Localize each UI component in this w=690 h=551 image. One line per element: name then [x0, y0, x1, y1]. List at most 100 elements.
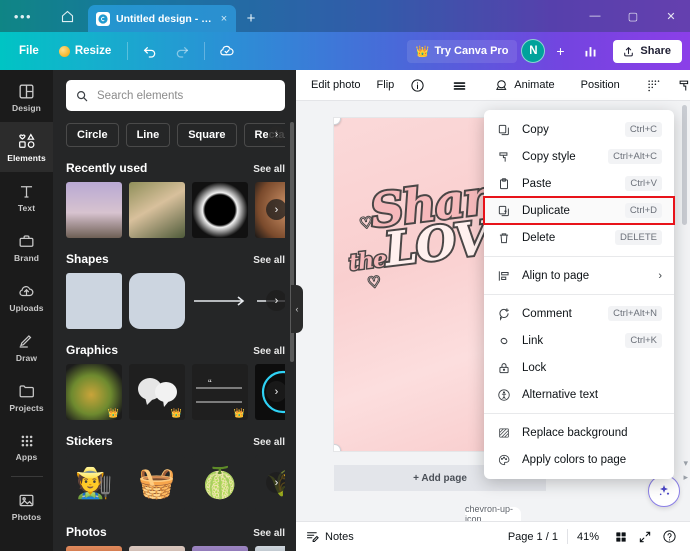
menu-item-copy[interactable]: Copy Ctrl+C — [484, 116, 674, 143]
see-all-link[interactable]: See all — [253, 346, 285, 357]
insights-icon[interactable] — [575, 38, 605, 64]
sticker-melon-slice[interactable]: 🍈 — [192, 455, 248, 511]
page-indicator[interactable]: Page 1 / 1 — [508, 531, 558, 543]
menu-item-link[interactable]: Link Ctrl+K — [484, 327, 674, 354]
chevron-right-icon[interactable]: › — [266, 381, 285, 402]
shape-arrow[interactable] — [192, 273, 248, 329]
selection-handle[interactable] — [334, 444, 341, 451]
chevron-right-icon[interactable]: › — [266, 290, 285, 311]
scroll-right-icon[interactable]: ▸ — [683, 472, 688, 483]
maximize-icon[interactable]: ▢ — [614, 0, 652, 32]
menu-item-alternative-text[interactable]: Alternative text — [484, 381, 674, 408]
menu-item-delete[interactable]: Delete DELETE — [484, 224, 674, 251]
shape-square[interactable] — [66, 273, 122, 329]
see-all-link[interactable]: See all — [253, 255, 285, 266]
thumbnail[interactable] — [192, 546, 248, 551]
shape-rounded-square[interactable] — [129, 273, 185, 329]
sidebar-item-design[interactable]: Design — [0, 72, 53, 122]
thumbnail[interactable] — [66, 546, 122, 551]
sidebar-item-draw[interactable]: Draw — [0, 322, 53, 372]
sidebar-item-elements[interactable]: Elements — [0, 122, 53, 172]
thumbnail[interactable] — [129, 182, 185, 238]
photos-row[interactable] — [66, 546, 285, 551]
sticker-veggie-basket[interactable]: 🧺 — [129, 455, 185, 511]
see-all-link[interactable]: See all — [253, 437, 285, 448]
share-button[interactable]: Share — [613, 39, 682, 63]
canvas-vertical-scrollbar[interactable] — [682, 105, 687, 225]
browser-tab[interactable]: Untitled design - In... × — [88, 5, 236, 32]
menu-item-paste[interactable]: Paste Ctrl+V — [484, 170, 674, 197]
edit-photo-button[interactable]: Edit photo — [304, 75, 368, 95]
animate-button[interactable]: Animate — [487, 74, 561, 97]
file-menu-button[interactable]: File — [10, 40, 48, 62]
window-close-icon[interactable]: ✕ — [652, 0, 690, 32]
thumbnail[interactable] — [66, 182, 122, 238]
graphic-quote-line[interactable]: “ 👑 — [192, 364, 248, 420]
zoom-level[interactable]: 41% — [577, 531, 599, 543]
panel-collapse-handle[interactable]: ‹ — [291, 285, 303, 333]
graphic-blur[interactable]: 👑 — [66, 364, 122, 420]
sidebar-item-apps[interactable]: Apps — [0, 422, 53, 472]
menu-item-copy-style[interactable]: Copy style Ctrl+Alt+C — [484, 143, 674, 170]
minimize-icon[interactable]: — — [576, 0, 614, 32]
grid-view-icon[interactable] — [609, 526, 633, 548]
resize-button[interactable]: Resize — [50, 40, 120, 62]
dither-dots-icon[interactable] — [639, 74, 668, 97]
avatar[interactable]: N — [521, 39, 546, 63]
selection-handle[interactable] — [334, 118, 341, 125]
sidebar-item-photos[interactable]: Photos — [0, 481, 53, 531]
collapse-panel-button[interactable]: chevron-up-icon — [465, 504, 521, 521]
search-input[interactable]: Search elements — [66, 80, 285, 111]
menu-item-lock[interactable]: Lock — [484, 354, 674, 381]
chevron-right-icon[interactable]: › — [268, 126, 285, 143]
recently-used-row[interactable]: › — [66, 182, 285, 238]
help-icon[interactable] — [657, 526, 681, 548]
close-icon[interactable]: × — [218, 13, 230, 25]
sidebar-item-projects[interactable]: Projects — [0, 372, 53, 422]
try-canva-pro-button[interactable]: 👑 Try Canva Pro — [406, 39, 518, 63]
position-button[interactable]: Position — [574, 75, 627, 95]
chevron-right-icon[interactable]: › — [266, 199, 285, 220]
transparency-icon[interactable] — [444, 74, 475, 97]
menu-item-comment[interactable]: Comment Ctrl+Alt+N — [484, 300, 674, 327]
sticker-beet-farmer[interactable]: 🧑‍🌾 — [66, 455, 122, 511]
section-header-recently-used: Recently used See all — [66, 161, 285, 175]
menu-item-duplicate[interactable]: Duplicate Ctrl+D — [483, 196, 675, 225]
menu-item-apply-colors-to-page[interactable]: Apply colors to page — [484, 446, 674, 473]
thumbnail[interactable] — [255, 546, 285, 551]
graphics-row[interactable]: 👑 👑 “ 👑 › — [66, 364, 285, 420]
shapes-row[interactable]: › — [66, 273, 285, 329]
cloud-saved-icon[interactable] — [212, 38, 242, 64]
sidebar-item-brand[interactable]: Brand — [0, 222, 53, 272]
notes-button[interactable]: Notes — [305, 529, 354, 544]
undo-icon[interactable] — [135, 38, 165, 64]
home-icon[interactable] — [46, 0, 88, 32]
flip-button[interactable]: Flip — [370, 75, 402, 95]
sidebar-item-text[interactable]: Text — [0, 172, 53, 222]
redo-icon[interactable] — [167, 38, 197, 64]
fullscreen-icon[interactable] — [633, 526, 657, 548]
graphic-speech-bubbles[interactable]: 👑 — [129, 364, 185, 420]
stickers-row[interactable]: 🧑‍🌾 🧺 🍈 🌾 › — [66, 455, 285, 511]
menu-item-replace-background[interactable]: Replace background — [484, 419, 674, 446]
menu-item-align-to-page[interactable]: Align to page › — [484, 262, 674, 289]
thumbnail[interactable] — [129, 546, 185, 551]
chip-circle[interactable]: Circle — [66, 123, 119, 147]
section-title: Stickers — [66, 434, 113, 448]
sidebar-item-uploads[interactable]: Uploads — [0, 272, 53, 322]
see-all-link[interactable]: See all — [253, 528, 285, 539]
scroll-down-icon[interactable]: ▾ — [683, 458, 688, 469]
magic-studio-icon[interactable] — [648, 475, 680, 507]
chip-line[interactable]: Line — [125, 123, 171, 147]
copy-style-icon[interactable] — [670, 74, 690, 97]
new-tab-button[interactable]: + — [236, 5, 266, 32]
chevron-right-icon[interactable]: › — [266, 472, 285, 493]
thumbnail[interactable] — [192, 182, 248, 238]
trash-icon — [496, 230, 512, 246]
projects-icon — [17, 382, 36, 401]
ellipsis-icon[interactable]: ••• — [0, 0, 46, 32]
see-all-link[interactable]: See all — [253, 164, 285, 175]
info-icon[interactable] — [403, 74, 432, 97]
chip-square[interactable]: Square — [177, 123, 237, 147]
add-collaborator-button[interactable]: + — [549, 40, 571, 62]
